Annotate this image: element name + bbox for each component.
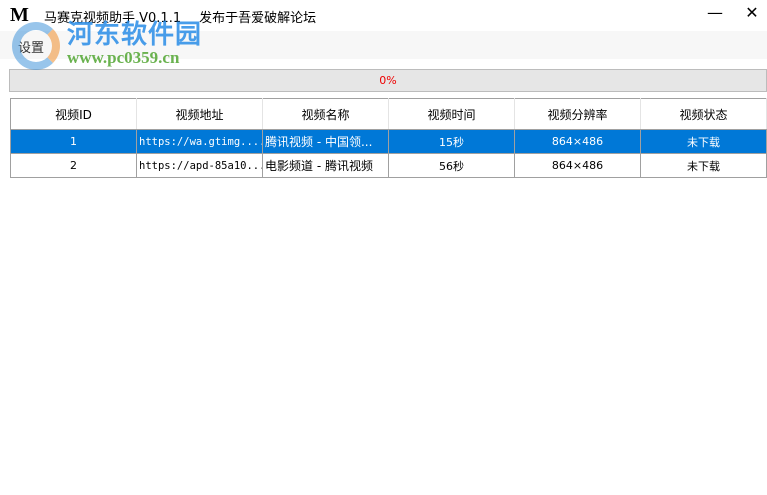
- menu-settings[interactable]: 设置: [18, 37, 44, 56]
- cell-id: 2: [10, 153, 137, 178]
- table-row[interactable]: 2 https://apd-85a10... 电影频道 - 腾讯视频 56秒 8…: [10, 153, 767, 178]
- window-title: 马赛克视频助手 V0.1.1 发布于吾爱破解论坛: [44, 7, 316, 26]
- cell-url: https://apd-85a10...: [136, 153, 263, 178]
- table-header: 视频ID 视频地址 视频名称 视频时间 视频分辨率 视频状态: [10, 98, 767, 130]
- close-button[interactable]: ✕: [737, 2, 767, 26]
- download-progress-bar: 0%: [9, 69, 767, 92]
- cell-duration: 56秒: [388, 153, 515, 178]
- table-row[interactable]: 1 https://wa.gtimg.... 腾讯视频 - 中国领... 15秒…: [10, 129, 767, 154]
- cell-name: 腾讯视频 - 中国领...: [262, 129, 389, 154]
- app-logo-icon: M: [10, 4, 29, 26]
- title-bar: M 马赛克视频助手 V0.1.1 发布于吾爱破解论坛 — ✕: [0, 0, 767, 30]
- col-resolution[interactable]: 视频分辨率: [514, 98, 641, 130]
- app-title: 马赛克视频助手 V0.1.1: [44, 11, 182, 26]
- app-subtitle: 发布于吾爱破解论坛: [199, 11, 317, 26]
- cell-resolution: 864×486: [514, 153, 641, 178]
- col-name[interactable]: 视频名称: [262, 98, 389, 130]
- col-url[interactable]: 视频地址: [136, 98, 263, 130]
- col-duration[interactable]: 视频时间: [388, 98, 515, 130]
- cell-url: https://wa.gtimg....: [136, 129, 263, 154]
- col-status[interactable]: 视频状态: [640, 98, 767, 130]
- cell-resolution: 864×486: [514, 129, 641, 154]
- cell-id: 1: [10, 129, 137, 154]
- cell-name: 电影频道 - 腾讯视频: [262, 153, 389, 178]
- video-table: 视频ID 视频地址 视频名称 视频时间 视频分辨率 视频状态 1 https:/…: [10, 98, 767, 178]
- progress-label: 0%: [379, 74, 397, 87]
- cell-status: 未下载: [640, 153, 767, 178]
- cell-status: 未下载: [640, 129, 767, 154]
- col-id[interactable]: 视频ID: [10, 98, 137, 130]
- cell-duration: 15秒: [388, 129, 515, 154]
- menu-bar: 设置: [0, 31, 767, 59]
- minimize-button[interactable]: —: [700, 2, 730, 26]
